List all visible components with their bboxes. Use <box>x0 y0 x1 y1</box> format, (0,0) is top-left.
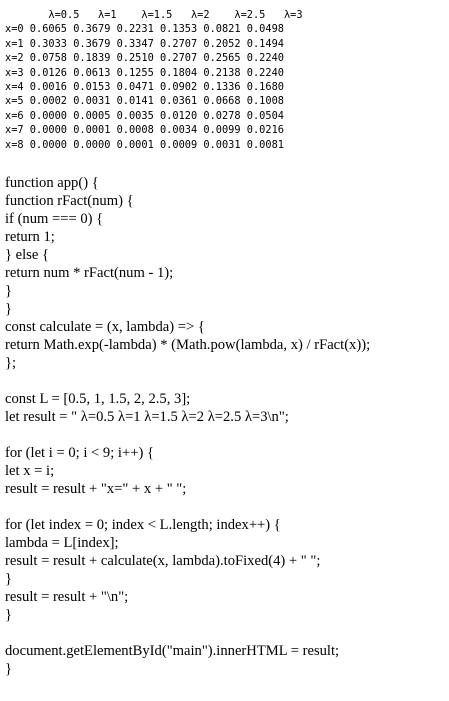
code-line: let result = " λ=0.5 λ=1 λ=1.5 λ=2 λ=2.5… <box>5 409 289 425</box>
output-table-row: x=4 0.0016 0.0153 0.0471 0.0902 0.1336 0… <box>5 80 284 93</box>
code-line: for (let i = 0; i < 9; i++) { <box>5 445 154 461</box>
code-line: }; <box>5 355 17 371</box>
code-line: return 1; <box>5 229 55 245</box>
output-table-row: x=3 0.0126 0.0613 0.1255 0.1804 0.2138 0… <box>5 66 284 79</box>
output-table-row: x=1 0.3033 0.3679 0.3347 0.2707 0.2052 0… <box>5 37 284 50</box>
output-table-row: x=7 0.0000 0.0001 0.0008 0.0034 0.0099 0… <box>5 124 284 137</box>
code-line: return Math.exp(-lambda) * (Math.pow(lam… <box>5 337 371 353</box>
output-table-row: x=5 0.0002 0.0031 0.0141 0.0361 0.0668 0… <box>5 95 284 108</box>
code-line: let x = i; <box>5 463 55 479</box>
output-table-row: x=6 0.0000 0.0005 0.0035 0.0120 0.0278 0… <box>5 109 284 122</box>
code-line: } <box>5 661 13 677</box>
code-line: } <box>5 301 13 317</box>
code-line: } <box>5 283 13 299</box>
code-line: result = result + "x=" + x + " "; <box>5 481 187 497</box>
code-line: lambda = L[index]; <box>5 535 119 551</box>
output-table-row: x=8 0.0000 0.0000 0.0001 0.0009 0.0031 0… <box>5 138 284 151</box>
source-code-text: function app() { function rFact(num) { if … <box>5 174 370 678</box>
code-line: } else { <box>5 247 49 263</box>
code-line: function rFact(num) { <box>5 193 134 209</box>
output-table-row: x=2 0.0758 0.1839 0.2510 0.2707 0.2565 0… <box>5 52 284 65</box>
code-line: const L = [0.5, 1, 1.5, 2, 2.5, 3]; <box>5 391 191 407</box>
code-line: const calculate = (x, lambda) => { <box>5 319 205 335</box>
code-line: if (num === 0) { <box>5 211 104 227</box>
output-table: λ=0.5 λ=1 λ=1.5 λ=2 λ=2.5 λ=3 x=0 0.6065 … <box>5 8 303 152</box>
code-line: function app() { <box>5 175 99 191</box>
code-line: result = result + "\n"; <box>5 589 129 605</box>
code-line: } <box>5 607 13 623</box>
code-line: return num * rFact(num - 1); <box>5 265 174 281</box>
code-line: } <box>5 571 13 587</box>
output-table-row: x=0 0.6065 0.3679 0.2231 0.1353 0.0821 0… <box>5 23 284 36</box>
code-line: result = result + calculate(x, lambda).t… <box>5 553 321 569</box>
output-table-header: λ=0.5 λ=1 λ=1.5 λ=2 λ=2.5 λ=3 <box>5 9 303 21</box>
code-line: document.getElementById("main").innerHTM… <box>5 643 340 659</box>
code-line: for (let index = 0; index < L.length; in… <box>5 517 281 533</box>
